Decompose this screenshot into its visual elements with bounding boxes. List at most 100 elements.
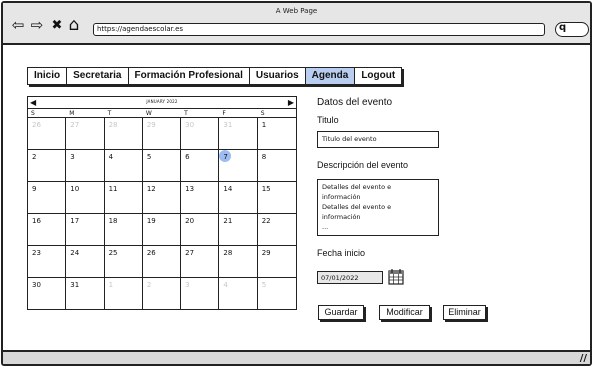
- calendar-day[interactable]: 27: [181, 246, 220, 278]
- weekday-label: W: [145, 110, 152, 117]
- calendar-day[interactable]: 25: [104, 246, 143, 278]
- calendar-day-number: 7: [223, 153, 228, 161]
- calendar-day[interactable]: 4: [219, 278, 258, 309]
- calendar-day[interactable]: 27: [66, 118, 105, 150]
- calendar-day-number: 15: [261, 185, 271, 193]
- calendar-day-number: 26: [32, 121, 41, 129]
- calendar-day[interactable]: 26: [142, 246, 182, 278]
- calendar-day-number: 12: [146, 185, 156, 193]
- calendar-day[interactable]: 22: [257, 214, 296, 246]
- calendar-day[interactable]: 15: [257, 182, 296, 214]
- search-icon: q: [559, 22, 567, 33]
- calendar-day-number: 3: [70, 153, 75, 161]
- calendar-day[interactable]: 29: [257, 246, 296, 278]
- status-bar: //: [3, 350, 590, 364]
- calendar-picker-icon[interactable]: [388, 268, 404, 285]
- calendar-day[interactable]: 30: [28, 278, 67, 309]
- calendar-day-number: 10: [70, 185, 80, 193]
- calendar-day[interactable]: 1: [105, 278, 143, 309]
- calendar-day-number: 28: [223, 249, 233, 257]
- back-icon[interactable]: ⇦: [9, 17, 27, 33]
- calendar-day[interactable]: 4: [104, 150, 143, 182]
- modify-button[interactable]: Modificar: [379, 305, 430, 320]
- calendar-day[interactable]: 16: [28, 214, 67, 246]
- calendar-day[interactable]: 23: [28, 246, 67, 278]
- calendar-day-number: 26: [146, 249, 156, 257]
- calendar-day[interactable]: 2: [28, 150, 67, 182]
- stop-icon[interactable]: ✖: [48, 17, 66, 33]
- calendar-day[interactable]: 30: [181, 118, 220, 150]
- calendar-day[interactable]: 11: [104, 182, 143, 214]
- calendar-day[interactable]: 6: [181, 150, 220, 182]
- calendar-day[interactable]: 3: [66, 150, 105, 182]
- calendar-day-number: 21: [223, 217, 233, 225]
- address-bar[interactable]: https://agendaescolar.es: [93, 23, 545, 36]
- calendar-day-number: 30: [32, 281, 41, 289]
- calendar-day-selected[interactable]: 7: [219, 150, 258, 182]
- calendar-day-number: 1: [261, 121, 267, 129]
- home-icon[interactable]: ⌂: [65, 16, 83, 33]
- menu-tab-usuarios[interactable]: Usuarios: [250, 68, 306, 84]
- calendar-day[interactable]: 5: [258, 278, 296, 309]
- calendar-day[interactable]: 17: [66, 214, 105, 246]
- forward-icon[interactable]: ⇨: [28, 17, 46, 33]
- description-line: información: [322, 193, 361, 201]
- weekday-label: F: [222, 110, 226, 117]
- start-date-field[interactable]: 07/01/2022: [317, 271, 383, 284]
- calendar-day-number: 13: [185, 185, 195, 193]
- calendar-day-number: 11: [108, 185, 118, 193]
- calendar-day-number: 1: [108, 281, 114, 289]
- calendar-day[interactable]: 5: [142, 150, 182, 182]
- calendar-day[interactable]: 10: [66, 182, 105, 214]
- calendar-day[interactable]: 18: [104, 214, 143, 246]
- calendar-day[interactable]: 14: [219, 182, 258, 214]
- event-description-field[interactable]: Detalles del evento e información Detall…: [317, 179, 439, 236]
- calendar-day-number: 17: [70, 217, 80, 225]
- calendar-day-number: 4: [108, 153, 114, 161]
- menu-tab-formacion-profesional[interactable]: Formación Profesional: [129, 68, 250, 84]
- calendar-day[interactable]: 13: [181, 182, 220, 214]
- event-title-field[interactable]: Titulo del evento: [317, 131, 439, 148]
- calendar-day[interactable]: 28: [219, 246, 258, 278]
- calendar-day-number: 2: [32, 153, 37, 161]
- calendar-day-number: 2: [146, 281, 152, 289]
- search-field[interactable]: q: [555, 22, 589, 37]
- calendar-day[interactable]: 26: [28, 118, 67, 150]
- calendar-day-number: 9: [32, 185, 37, 193]
- browser-titlebar: A Web Page ⇦ ⇨ ✖ ⌂ https://agendaescolar…: [3, 3, 590, 45]
- calendar-day-number: 29: [146, 121, 156, 129]
- calendar-day[interactable]: 20: [181, 214, 220, 246]
- calendar-day[interactable]: 29: [142, 118, 182, 150]
- calendar-day-grid: 26 27 28 29 30 31 1 2 3 4 5 6 7 8 9 10 11 12 13 14 15 16 17 18 1…: [28, 118, 296, 309]
- description-line: ...: [322, 223, 329, 231]
- calendar-day[interactable]: 24: [66, 246, 105, 278]
- description-label: Descripción del evento: [317, 160, 409, 170]
- delete-button[interactable]: Eliminar: [443, 305, 486, 320]
- calendar-day[interactable]: 3: [181, 278, 220, 309]
- calendar-day[interactable]: 31: [219, 118, 258, 150]
- calendar-day[interactable]: 19: [142, 214, 182, 246]
- menu-tab-inicio[interactable]: Inicio: [28, 68, 68, 84]
- next-month-icon[interactable]: ▶: [288, 98, 294, 107]
- calendar-day[interactable]: 2: [143, 278, 182, 309]
- calendar-header: ◀ JANUARY 2022 ▶: [28, 97, 296, 109]
- calendar-day[interactable]: 21: [219, 214, 258, 246]
- calendar-day[interactable]: 8: [257, 150, 296, 182]
- calendar-day-number: 31: [223, 121, 233, 129]
- calendar-day[interactable]: 1: [257, 118, 296, 150]
- window-title: A Web Page: [275, 7, 318, 15]
- menu-tab-logout[interactable]: Logout: [355, 68, 401, 84]
- main-menu: Inicio Secretaria Formación Profesional …: [27, 67, 403, 85]
- menu-tab-agenda[interactable]: Agenda: [305, 68, 356, 84]
- calendar-day-number: 20: [185, 217, 195, 225]
- calendar-day[interactable]: 31: [66, 278, 105, 309]
- start-date-label: Fecha inicio: [317, 248, 366, 258]
- resize-grip-icon[interactable]: //: [580, 353, 587, 364]
- menu-tab-secretaria[interactable]: Secretaria: [67, 68, 129, 84]
- description-line: información: [322, 213, 361, 221]
- calendar-day[interactable]: 9: [28, 182, 67, 214]
- calendar-day[interactable]: 12: [142, 182, 182, 214]
- calendar-day-number: 16: [32, 217, 41, 225]
- calendar-day[interactable]: 28: [104, 118, 143, 150]
- save-button[interactable]: Guardar: [318, 305, 364, 320]
